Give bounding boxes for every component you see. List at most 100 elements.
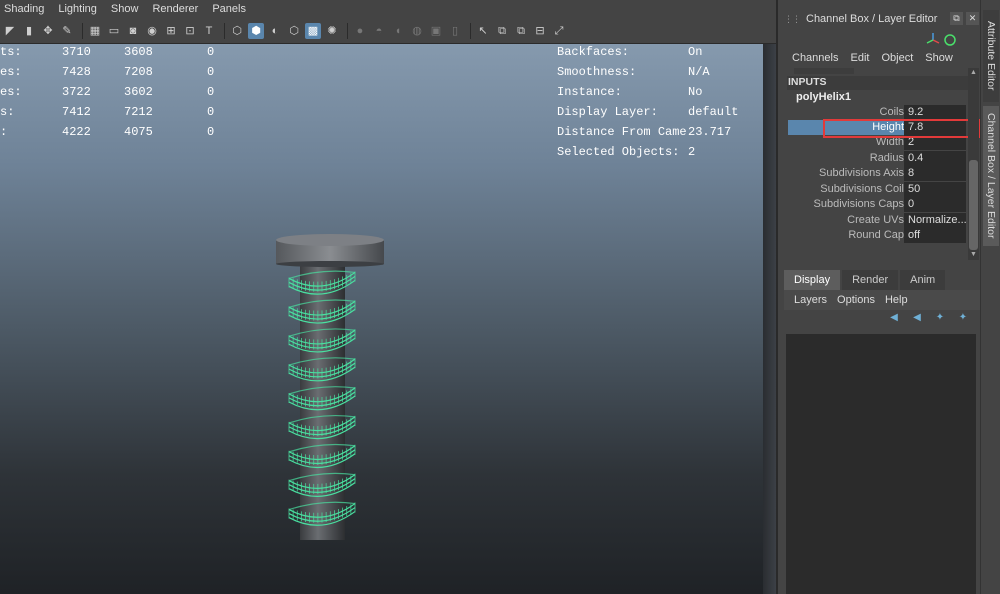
- menu-help[interactable]: Help: [885, 294, 908, 306]
- toolbar-divider: [470, 22, 471, 39]
- attr-value-field[interactable]: off: [904, 228, 966, 243]
- attr-value-field[interactable]: 9.2: [904, 105, 966, 120]
- image-plane-icon[interactable]: ▮: [21, 23, 37, 39]
- hud-value: 7412: [62, 105, 91, 119]
- move-layer-down-icon[interactable]: ◀: [911, 312, 923, 324]
- pencil-icon[interactable]: ✎: [59, 23, 75, 39]
- motion-blur-icon[interactable]: ◖: [390, 23, 406, 39]
- close-icon[interactable]: ✕: [966, 12, 979, 25]
- attr-row-subdivisions-coil[interactable]: Subdivisions Coil 50: [786, 182, 968, 197]
- tab-anim[interactable]: Anim: [900, 270, 946, 290]
- hud-row: : 4222 4075 0: [0, 125, 214, 145]
- hud-row: s: 7412 7212 0: [0, 105, 214, 125]
- film-gate-icon[interactable]: ▭: [106, 23, 122, 39]
- attr-row-create-uvs[interactable]: Create UVs Normalize...: [786, 213, 968, 228]
- toolbar-divider: [347, 22, 348, 39]
- menu-channels[interactable]: Channels: [792, 52, 838, 68]
- tab-channel-box[interactable]: Channel Box / Layer Editor: [983, 106, 999, 246]
- layer-editor-menu: Layers Options Help: [784, 290, 980, 310]
- smooth-shade-icon[interactable]: ⬢: [248, 22, 264, 39]
- menu-object[interactable]: Object: [881, 52, 913, 68]
- attr-row-radius[interactable]: Radius 0.4: [786, 151, 968, 166]
- hud-label: Instance:: [557, 85, 622, 99]
- hud-value: 0: [207, 45, 215, 59]
- text-gate-icon[interactable]: T: [201, 23, 217, 39]
- new-layer-icon[interactable]: ✦: [934, 312, 946, 324]
- xray-active-icon[interactable]: ⧉: [513, 23, 529, 39]
- textured-icon[interactable]: ▩: [305, 22, 321, 39]
- menu-show[interactable]: Show: [107, 3, 143, 15]
- hud-value: 3608: [124, 45, 153, 59]
- attr-value-field[interactable]: 8: [904, 166, 966, 181]
- xray-icon[interactable]: ⬡: [286, 23, 302, 39]
- select-cursor-icon[interactable]: ↖: [475, 23, 491, 39]
- bookmark-icon[interactable]: ◤: [2, 23, 18, 39]
- menu-show[interactable]: Show: [925, 52, 953, 68]
- viewport-panel[interactable]: Shading Lighting Show Renderer Panels ◤ …: [0, 0, 776, 594]
- attr-value-field[interactable]: 0.4: [904, 151, 966, 166]
- attr-row-subdivisions-axis[interactable]: Subdivisions Axis 8: [786, 166, 968, 181]
- tab-display[interactable]: Display: [784, 270, 841, 290]
- tab-attribute-editor[interactable]: Attribute Editor: [983, 10, 999, 102]
- backface-icon[interactable]: ⊟: [532, 23, 548, 39]
- hud-value: 0: [207, 105, 215, 119]
- attr-value-field[interactable]: 0: [904, 197, 966, 212]
- grid-icon[interactable]: ▦: [87, 23, 103, 39]
- hud-label: Backfaces:: [557, 45, 630, 59]
- scroll-up-icon[interactable]: ▲: [968, 68, 979, 78]
- ssao-icon[interactable]: ◓: [371, 23, 387, 39]
- screw-model[interactable]: [270, 228, 400, 548]
- scroll-thumb[interactable]: [969, 160, 978, 250]
- hud-row: Distance From Camera: 23.717: [557, 125, 731, 145]
- layer-list[interactable]: [786, 334, 976, 594]
- menu-renderer[interactable]: Renderer: [148, 3, 202, 15]
- hud-row: es: 7428 7208 0: [0, 65, 214, 85]
- camera-move-icon[interactable]: ✥: [40, 23, 56, 39]
- channel-box-list[interactable]: INPUTS polyHelix1 Coils 9.2 Height 7.8 W…: [786, 68, 968, 253]
- antialias-icon[interactable]: ◍: [409, 23, 425, 39]
- menu-layers[interactable]: Layers: [794, 294, 827, 306]
- menu-lighting[interactable]: Lighting: [54, 3, 101, 15]
- attr-value-field[interactable]: 50: [904, 182, 966, 197]
- hud-value: N/A: [688, 65, 710, 79]
- hud-value: 7428: [62, 65, 91, 79]
- field-chart-icon[interactable]: ⊞: [163, 23, 179, 39]
- refresh-icon[interactable]: [944, 34, 956, 46]
- channel-box-menu: Channels Edit Object Show: [778, 52, 982, 68]
- safe-action-icon[interactable]: ◉: [144, 23, 160, 39]
- menu-shading[interactable]: Shading: [0, 3, 48, 15]
- hud-label: Smoothness:: [557, 65, 637, 79]
- attr-value-field[interactable]: Normalize...: [904, 213, 966, 228]
- shaded-wireframe-icon[interactable]: ◐: [267, 23, 283, 39]
- fit-view-icon[interactable]: ⤢: [551, 23, 567, 39]
- attr-row-subdivisions-caps[interactable]: Subdivisions Caps 0: [786, 197, 968, 212]
- new-layer-selected-icon[interactable]: ✦: [957, 312, 969, 324]
- menu-options[interactable]: Options: [837, 294, 875, 306]
- safe-title-icon[interactable]: ⊡: [182, 23, 198, 39]
- node-name[interactable]: polyHelix1: [796, 91, 851, 103]
- attr-row-round-cap[interactable]: Round Cap off: [786, 228, 968, 243]
- axis-icon[interactable]: [926, 33, 940, 44]
- layer-editor-tabs: Display Render Anim: [784, 270, 980, 290]
- light-icon[interactable]: ✺: [324, 23, 340, 39]
- menu-panels[interactable]: Panels: [208, 3, 250, 15]
- channel-box-scrollbar[interactable]: ▲ ▼: [968, 68, 979, 260]
- hud-poly-count: ts: 3710 3608 0 es: 7428 7208 0 es: 3722…: [0, 45, 240, 145]
- hud-row: Instance: No: [557, 85, 702, 105]
- attr-label: Subdivisions Axis: [819, 167, 904, 179]
- drag-handle-icon[interactable]: ⋮⋮: [784, 14, 801, 25]
- float-panel-icon[interactable]: ⧉: [950, 12, 963, 25]
- move-layer-up-icon[interactable]: ◀: [888, 312, 900, 324]
- attr-row-coils[interactable]: Coils 9.2: [786, 105, 968, 120]
- dof-icon[interactable]: ▣: [428, 23, 444, 39]
- tab-render[interactable]: Render: [842, 270, 899, 290]
- scroll-down-icon[interactable]: ▼: [968, 250, 979, 260]
- menu-edit[interactable]: Edit: [850, 52, 869, 68]
- xray-joints-icon[interactable]: ⧉: [494, 23, 510, 39]
- resolution-gate-icon[interactable]: ◙: [125, 23, 141, 39]
- isolate-select-icon[interactable]: ▯: [447, 23, 463, 39]
- hud-label: Display Layer:: [557, 105, 658, 119]
- shadow-icon[interactable]: ●: [352, 23, 368, 39]
- hud-value: 3710: [62, 45, 91, 59]
- wireframe-icon[interactable]: ⬡: [229, 23, 245, 39]
